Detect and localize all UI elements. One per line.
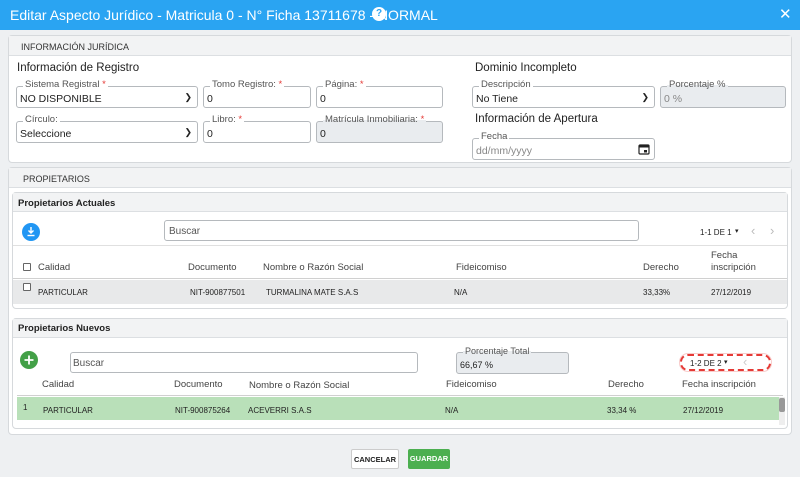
fecha-apertura-label: Fecha (479, 131, 510, 143)
row-nombre: ACEVERRI S.A.S (248, 406, 312, 415)
row-fecha: 27/12/2019 (683, 406, 724, 415)
chevron-down-icon: ❯ (184, 92, 192, 102)
col-fideicomiso[interactable]: Fideicomiso (446, 379, 497, 390)
porcentaje-total-value: 66,67 % (460, 360, 494, 370)
calendar-icon[interactable] (638, 143, 650, 155)
download-icon (27, 227, 35, 237)
fecha-apertura-placeholder: dd/mm/yyyy (476, 145, 533, 157)
add-propietario-button[interactable] (20, 351, 38, 369)
propietarios-actuales-card: Propietarios Actuales Buscar 1-1 DE 1 ▾ … (12, 192, 788, 309)
col-fecha-l1[interactable]: Fecha (711, 250, 737, 261)
matricula-inmobiliaria-label: Matrícula Inmobiliaria: * (323, 114, 427, 126)
close-icon[interactable]: ✕ (779, 5, 792, 23)
actuales-title: Propietarios Actuales (18, 198, 116, 209)
col-fideicomiso[interactable]: Fideicomiso (456, 262, 507, 273)
row-index: 1 (23, 403, 28, 412)
libro-label: Libro: * (210, 114, 245, 126)
col-calidad[interactable]: Calidad (42, 379, 74, 390)
circulo-select[interactable]: Círculo: Seleccione ❯ (16, 114, 198, 143)
tomo-registro-field[interactable]: Tomo Registro: * 0 (203, 79, 311, 108)
libro-value: 0 (207, 128, 213, 140)
table-row[interactable] (17, 397, 779, 420)
registro-heading: Información de Registro (17, 62, 140, 74)
row-derecho: 33,34 % (607, 406, 637, 415)
sistema-registral-label: Sistema Registral * (23, 79, 108, 91)
actuales-search-input[interactable]: Buscar (164, 220, 639, 241)
plus-icon (24, 355, 34, 365)
actuales-header (13, 193, 787, 212)
porcentaje-dominio-value: 0 % (664, 93, 683, 105)
actuales-pagination[interactable]: 1-1 DE 1 (700, 228, 732, 237)
propietarios-nuevos-card: Propietarios Nuevos Buscar Porcentaje To… (12, 318, 788, 429)
col-documento[interactable]: Documento (174, 379, 223, 390)
porcentaje-dominio-label: Porcentaje % (667, 79, 728, 91)
row-fideicomiso: N/A (445, 406, 459, 415)
row-checkbox[interactable] (23, 283, 31, 291)
matricula-inmobiliaria-value: 0 (320, 128, 326, 140)
sistema-registral-value: NO DISPONIBLE (20, 93, 102, 105)
nuevos-search-input[interactable]: Buscar (70, 352, 418, 373)
cancel-button[interactable]: CANCELAR (351, 449, 399, 469)
help-icon[interactable]: ? (372, 7, 386, 21)
sistema-registral-select[interactable]: Sistema Registral * NO DISPONIBLE ❯ (16, 79, 198, 108)
circulo-label: Círculo: (23, 114, 60, 126)
fecha-apertura-input[interactable]: Fecha dd/mm/yyyy (472, 131, 655, 160)
actuales-search-placeholder: Buscar (169, 226, 201, 237)
descripcion-label: Descripción (479, 79, 533, 91)
scrollbar-thumb[interactable] (779, 398, 785, 412)
nuevos-pagination[interactable]: 1-2 DE 2 (690, 359, 722, 368)
juridica-card: INFORMACIÓN JURÍDICA Información de Regi… (8, 35, 792, 163)
porcentaje-dominio-field: Porcentaje % 0 % (660, 79, 786, 108)
caret-down-icon[interactable]: ▾ (724, 358, 728, 366)
col-derecho[interactable]: Derecho (643, 262, 679, 273)
nuevos-header (13, 319, 787, 338)
tomo-registro-label: Tomo Registro: * (210, 79, 285, 91)
row-fideicomiso: N/A (454, 288, 468, 297)
select-all-checkbox[interactable] (23, 263, 31, 271)
next-page-icon[interactable]: › (770, 223, 774, 238)
chevron-down-icon: ❯ (641, 92, 649, 102)
caret-down-icon[interactable]: ▾ (735, 227, 739, 235)
libro-field[interactable]: Libro: * 0 (203, 114, 311, 143)
col-fecha[interactable]: Fecha inscripción (682, 379, 756, 390)
table-row[interactable] (13, 280, 787, 304)
prev-page-icon[interactable]: ‹ (743, 354, 747, 369)
porcentaje-total-label: Porcentaje Total (463, 345, 532, 357)
chevron-down-icon: ❯ (184, 127, 192, 137)
porcentaje-total-field: Porcentaje Total 66,67 % (456, 345, 569, 374)
row-calidad: PARTICULAR (38, 288, 88, 297)
save-button[interactable]: GUARDAR (408, 449, 450, 469)
row-documento: NIT-900877501 (190, 288, 246, 297)
nuevos-title: Propietarios Nuevos (18, 323, 111, 334)
row-calidad: PARTICULAR (43, 406, 93, 415)
row-documento: NIT-900875264 (175, 406, 231, 415)
table-header-divider (17, 395, 783, 396)
propietarios-header (9, 168, 791, 188)
prev-page-icon[interactable]: ‹ (751, 223, 755, 238)
circulo-value: Seleccione (20, 128, 72, 140)
row-nombre: TURMALINA MATE S.A.S (266, 288, 359, 297)
tomo-registro-value: 0 (207, 93, 213, 105)
dialog-title-bar: Editar Aspecto Jurídico - Matricula 0 - … (0, 0, 800, 30)
descripcion-select[interactable]: Descripción No Tiene ❯ (472, 79, 655, 108)
row-fecha: 27/12/2019 (711, 288, 752, 297)
col-calidad[interactable]: Calidad (38, 262, 70, 273)
nuevos-search-placeholder: Buscar (73, 358, 105, 369)
col-documento[interactable]: Documento (188, 262, 237, 273)
col-derecho[interactable]: Derecho (608, 379, 644, 390)
download-button[interactable] (22, 223, 40, 241)
pagina-field[interactable]: Página: * 0 (316, 79, 443, 108)
propietarios-section-title: PROPIETARIOS (23, 174, 90, 184)
col-nombre[interactable]: Nombre o Razón Social (249, 380, 349, 391)
col-fecha-l2[interactable]: inscripción (711, 262, 756, 273)
juridica-section-title: INFORMACIÓN JURÍDICA (21, 42, 129, 52)
col-nombre[interactable]: Nombre o Razón Social (263, 262, 363, 273)
row-derecho: 33,33% (643, 288, 671, 297)
pagina-value: 0 (320, 93, 326, 105)
dominio-heading: Dominio Incompleto (475, 62, 577, 74)
descripcion-value: No Tiene (476, 93, 519, 105)
apertura-heading: Información de Apertura (475, 113, 598, 125)
pagina-label: Página: * (323, 79, 366, 91)
matricula-inmobiliaria-field: Matrícula Inmobiliaria: * 0 (316, 114, 443, 143)
